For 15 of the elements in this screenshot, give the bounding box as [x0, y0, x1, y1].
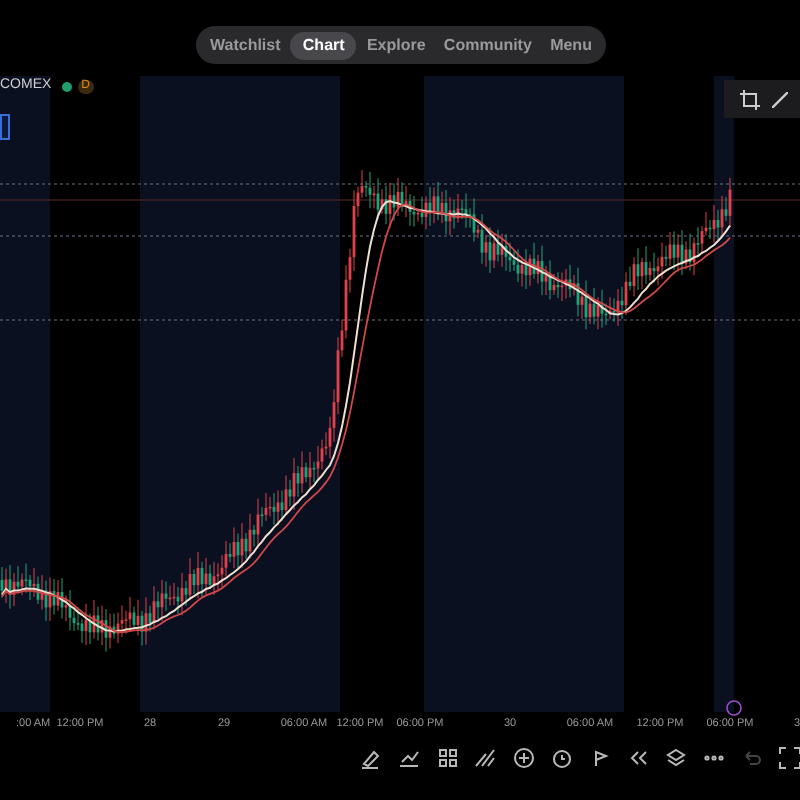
rewind-icon[interactable]	[626, 746, 650, 770]
plus-icon[interactable]	[512, 746, 536, 770]
crop-icon[interactable]	[740, 89, 760, 109]
nav-tab[interactable]: Community	[435, 31, 540, 59]
nav-tab[interactable]: Watchlist	[202, 31, 289, 59]
brush-icon[interactable]	[360, 746, 384, 770]
event-marker-icon[interactable]	[726, 700, 742, 716]
nav-tab[interactable]: Explore	[358, 31, 434, 59]
fullscreen-icon[interactable]	[778, 746, 800, 770]
chart-icon[interactable]	[398, 746, 422, 770]
grid-icon[interactable]	[436, 746, 460, 770]
layers-icon[interactable]	[664, 746, 688, 770]
nav-tab[interactable]: Chart	[290, 31, 357, 59]
indicator-toggle-icon[interactable]	[0, 114, 10, 140]
nav-tab[interactable]: Menu	[542, 31, 600, 59]
